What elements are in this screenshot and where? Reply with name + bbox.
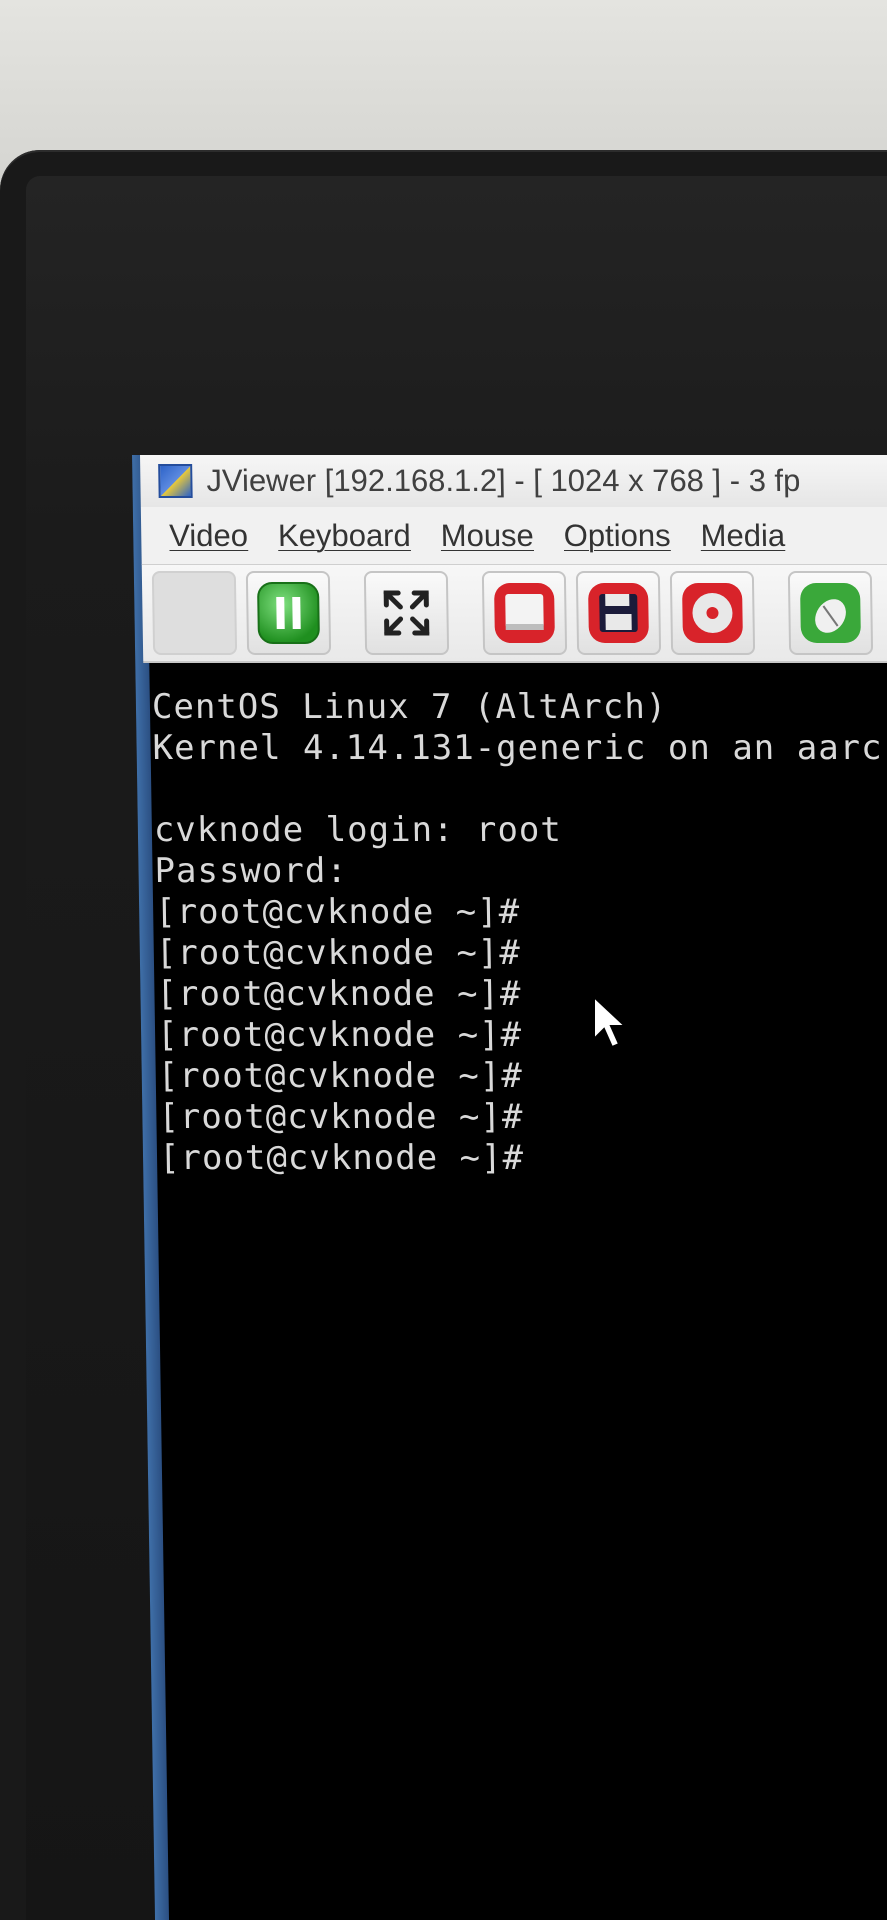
- pause-button[interactable]: [245, 571, 332, 655]
- menu-video[interactable]: Video: [169, 518, 248, 554]
- menu-mouse[interactable]: Mouse: [440, 518, 534, 554]
- menu-options[interactable]: Options: [563, 518, 670, 554]
- terminal-line: Kernel 4.14.131-generic on an aarc: [152, 728, 883, 768]
- window-title: JViewer [192.168.1.2] - [ 1024 x 768 ] -…: [206, 463, 801, 498]
- terminal-line: [root@cvknode ~]#: [156, 974, 522, 1014]
- terminal-line: cvknode login: root: [153, 810, 563, 850]
- background-wall: [0, 0, 887, 170]
- mouse-pointer-icon: [593, 995, 628, 1049]
- menu-media[interactable]: Media: [700, 518, 785, 554]
- menu-keyboard[interactable]: Keyboard: [278, 518, 411, 554]
- jviewer-app-icon: [158, 464, 193, 498]
- terminal-line: Password:: [154, 851, 349, 891]
- jviewer-window: JViewer [192.168.1.2] - [ 1024 x 768 ] -…: [132, 455, 887, 1920]
- terminal-line: CentOS Linux 7 (AltArch): [151, 687, 668, 727]
- blank-button[interactable]: [151, 571, 238, 655]
- fullscreen-button[interactable]: [363, 571, 450, 655]
- terminal-line: [root@cvknode ~]#: [158, 1097, 524, 1137]
- cd-rom-icon: [682, 583, 743, 643]
- title-bar[interactable]: JViewer [192.168.1.2] - [ 1024 x 768 ] -…: [140, 455, 887, 507]
- floppy-drive-button[interactable]: [481, 571, 568, 655]
- terminal-line: [root@cvknode ~]#: [158, 1138, 525, 1178]
- terminal-line: [root@cvknode ~]#: [154, 892, 521, 932]
- terminal-output[interactable]: CentOS Linux 7 (AltArch) Kernel 4.14.131…: [152, 687, 887, 1179]
- menu-bar: Video Keyboard Mouse Options Media: [140, 507, 887, 565]
- terminal-line: [root@cvknode ~]#: [156, 1015, 523, 1055]
- terminal-line: [root@cvknode ~]#: [155, 933, 522, 973]
- floppy-drive-icon: [494, 583, 555, 643]
- terminal-line: [root@cvknode ~]#: [157, 1056, 524, 1096]
- toolbar: [141, 565, 887, 663]
- mouse-button[interactable]: [787, 571, 874, 655]
- pause-icon: [257, 582, 320, 644]
- cd-rom-button[interactable]: [669, 571, 756, 655]
- save-disk-icon: [588, 583, 649, 643]
- save-disk-button[interactable]: [575, 571, 662, 655]
- mouse-icon: [800, 583, 861, 643]
- fullscreen-icon: [383, 590, 430, 636]
